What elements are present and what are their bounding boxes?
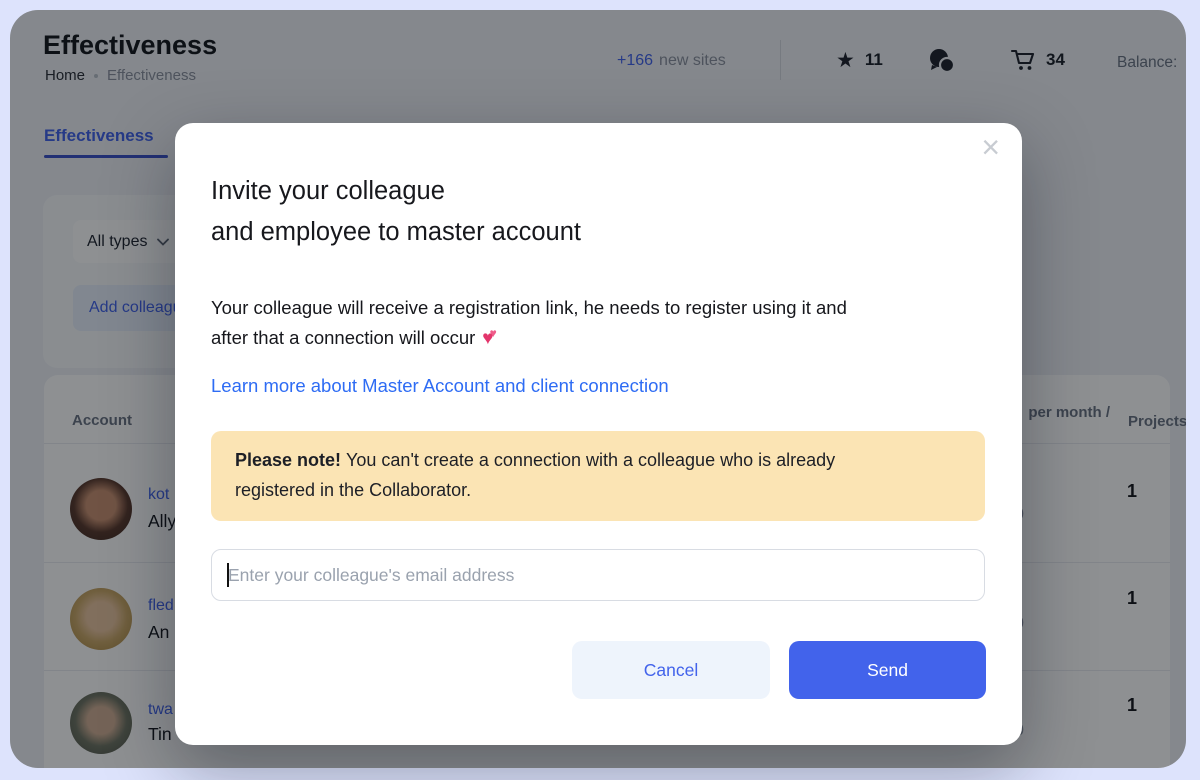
send-button[interactable]: Send: [789, 641, 986, 699]
colleague-email-input[interactable]: [211, 549, 985, 601]
modal-description: Your colleague will receive a registrati…: [211, 297, 847, 349]
modal-title: Invite your colleague and employee to ma…: [211, 177, 581, 246]
note-bold-lead: Please note!: [235, 450, 342, 470]
warning-note: Please note! You can't create a connectio…: [211, 431, 985, 521]
invite-colleague-modal: × Invite your colleague and employee to …: [175, 123, 1022, 745]
text-cursor: [227, 563, 229, 587]
hearts-emoji: ♥: [489, 326, 497, 340]
close-icon[interactable]: ×: [981, 131, 1000, 163]
learn-more-link[interactable]: Learn more about Master Account and clie…: [211, 375, 669, 397]
cancel-button[interactable]: Cancel: [572, 641, 770, 699]
